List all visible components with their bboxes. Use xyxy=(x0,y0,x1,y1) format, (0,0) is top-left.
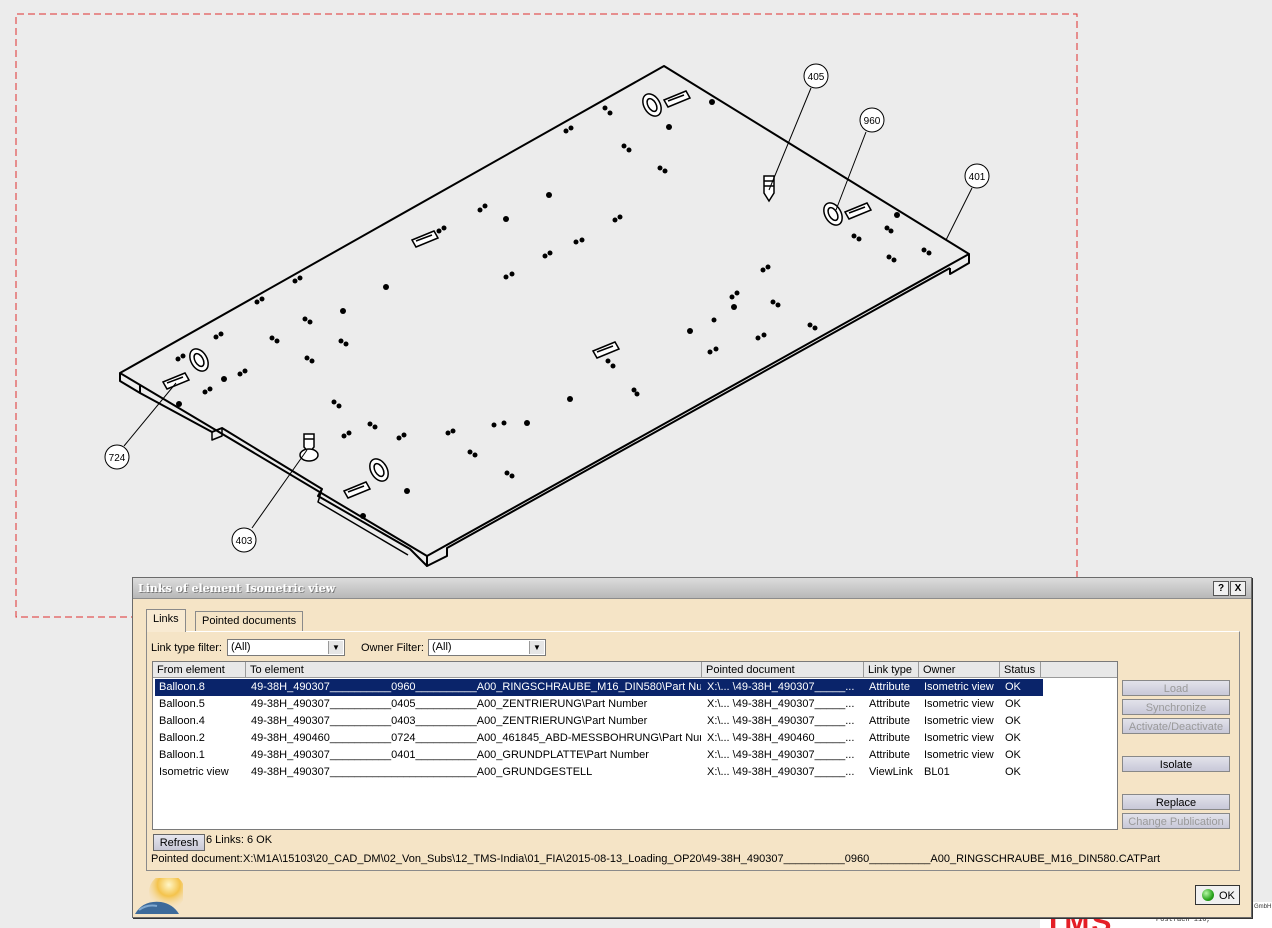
cell-document: X:\... \49-38H_490307_____... xyxy=(707,715,855,727)
svg-text:960: 960 xyxy=(864,116,881,127)
svg-text:401: 401 xyxy=(969,172,986,183)
cell-document: X:\... \49-38H_490307_____... xyxy=(707,749,855,761)
cell-link-type: ViewLink xyxy=(869,766,913,778)
load-button[interactable]: Load xyxy=(1122,680,1230,696)
change-publication-button[interactable]: Change Publication xyxy=(1122,813,1230,829)
cell-status: OK xyxy=(1005,749,1021,761)
svg-text:405: 405 xyxy=(808,72,825,83)
cell-link-type: Attribute xyxy=(869,715,910,727)
cell-to: 49-38H_490307__________0405__________A00… xyxy=(251,698,648,710)
links-summary: 6 Links: 6 OK xyxy=(206,834,273,846)
column-header-pointed-document[interactable]: Pointed document xyxy=(702,662,864,678)
column-header-from-element[interactable]: From element xyxy=(153,662,246,678)
dialog-title: Links of element Isometric view xyxy=(138,582,336,595)
pointed-document-label: Pointed document: xyxy=(151,853,243,865)
link-type-filter-label: Link type filter: xyxy=(151,642,222,654)
cell-from: Balloon.1 xyxy=(159,749,205,761)
balloon-403[interactable]: 403 xyxy=(231,527,257,553)
activate-deactivate-button[interactable]: Activate/Deactivate xyxy=(1122,718,1230,734)
balloons: 405 960 401 724 403 xyxy=(104,63,990,553)
dialog-titlebar[interactable]: Links of element Isometric view ? X xyxy=(133,578,1251,599)
balloon-405[interactable]: 405 xyxy=(803,63,829,89)
table-row[interactable]: Balloon.2 49-38H_490460__________0724___… xyxy=(155,730,1043,747)
replace-button[interactable]: Replace xyxy=(1122,794,1230,810)
globe-icon xyxy=(135,878,183,914)
view-frame xyxy=(15,13,1078,618)
cell-document: X:\... \49-38H_490307_____... xyxy=(707,766,855,778)
cell-link-type: Attribute xyxy=(869,681,910,693)
cell-from: Balloon.8 xyxy=(159,681,205,693)
owner-filter-select[interactable]: (All) ▼ xyxy=(428,639,546,656)
balloon-724[interactable]: 724 xyxy=(104,444,130,470)
cell-status: OK xyxy=(1005,681,1021,693)
ok-icon xyxy=(1202,889,1214,901)
pointed-document-path: X:\M1A\15103\20_CAD_DM\02_Von_Subs\12_TM… xyxy=(243,853,1161,865)
column-header-to-element[interactable]: To element xyxy=(246,662,702,678)
cell-owner: Isometric view xyxy=(924,732,994,744)
synchronize-button[interactable]: Synchronize xyxy=(1122,699,1230,715)
column-header-link-type[interactable]: Link type xyxy=(864,662,919,678)
table-row[interactable]: Balloon.5 49-38H_490307__________0405___… xyxy=(155,696,1043,713)
close-button[interactable]: X xyxy=(1230,581,1246,596)
table-row[interactable]: Balloon.8 49-38H_490307__________0960___… xyxy=(155,679,1043,696)
cell-owner: Isometric view xyxy=(924,681,994,693)
refresh-button[interactable]: Refresh xyxy=(153,834,205,851)
owner-filter-value: (All) xyxy=(432,641,452,653)
svg-text:724: 724 xyxy=(109,453,126,464)
cell-status: OK xyxy=(1005,766,1021,778)
company-suffix: GmbH xyxy=(1254,904,1272,910)
cell-from: Balloon.4 xyxy=(159,715,205,727)
table-row[interactable]: Balloon.1 49-38H_490307__________0401___… xyxy=(155,747,1043,764)
cell-owner: Isometric view xyxy=(924,749,994,761)
balloon-401[interactable]: 401 xyxy=(964,163,990,189)
balloon-leaders xyxy=(123,87,973,529)
cell-link-type: Attribute xyxy=(869,698,910,710)
ok-label: OK xyxy=(1219,890,1235,902)
links-table[interactable]: From element To element Pointed document… xyxy=(152,661,1118,830)
tab-links[interactable]: Links xyxy=(146,609,186,632)
column-header-owner[interactable]: Owner xyxy=(919,662,1000,678)
cell-from: Balloon.2 xyxy=(159,732,205,744)
cell-document: X:\... \49-38H_490307_____... xyxy=(707,681,855,693)
cell-owner: Isometric view xyxy=(924,698,994,710)
help-button[interactable]: ? xyxy=(1213,581,1229,596)
cell-status: OK xyxy=(1005,715,1021,727)
link-type-filter-select[interactable]: (All) ▼ xyxy=(227,639,345,656)
owner-filter-label: Owner Filter: xyxy=(361,642,424,654)
cell-from: Balloon.5 xyxy=(159,698,205,710)
cell-to: 49-38H_490307________________________A00… xyxy=(251,766,593,778)
column-header-filler xyxy=(1041,662,1117,678)
balloon-960[interactable]: 960 xyxy=(859,107,885,133)
cell-status: OK xyxy=(1005,698,1021,710)
chevron-down-icon[interactable]: ▼ xyxy=(529,641,544,654)
ok-button[interactable]: OK xyxy=(1195,885,1240,905)
cell-status: OK xyxy=(1005,732,1021,744)
links-dialog: Links of element Isometric view ? X Link… xyxy=(132,577,1252,918)
cell-to: 49-38H_490307__________0401__________A00… xyxy=(251,749,649,761)
cell-to: 49-38H_490307__________0403__________A00… xyxy=(251,715,648,727)
link-type-filter-value: (All) xyxy=(231,641,251,653)
isolate-button[interactable]: Isolate xyxy=(1122,756,1230,772)
base-plate xyxy=(119,65,970,567)
cell-to: 49-38H_490307__________0960__________A00… xyxy=(251,681,701,693)
cell-document: X:\... \49-38H_490307_____... xyxy=(707,698,855,710)
cell-document: X:\... \49-38H_490460_____... xyxy=(707,732,855,744)
tab-pointed-documents[interactable]: Pointed documents xyxy=(195,611,304,631)
plate-features xyxy=(161,90,873,499)
cell-from: Isometric view xyxy=(159,766,229,778)
cell-link-type: Attribute xyxy=(869,749,910,761)
svg-text:403: 403 xyxy=(236,536,253,547)
cell-to: 49-38H_490460__________0724__________A00… xyxy=(251,732,701,744)
cell-owner: Isometric view xyxy=(924,715,994,727)
column-header-status[interactable]: Status xyxy=(1000,662,1041,678)
table-row[interactable]: Balloon.4 49-38H_490307__________0403___… xyxy=(155,713,1043,730)
table-row[interactable]: Isometric view 49-38H_490307____________… xyxy=(155,764,1043,781)
cell-link-type: Attribute xyxy=(869,732,910,744)
cell-owner: BL01 xyxy=(924,766,950,778)
chevron-down-icon[interactable]: ▼ xyxy=(328,641,343,654)
